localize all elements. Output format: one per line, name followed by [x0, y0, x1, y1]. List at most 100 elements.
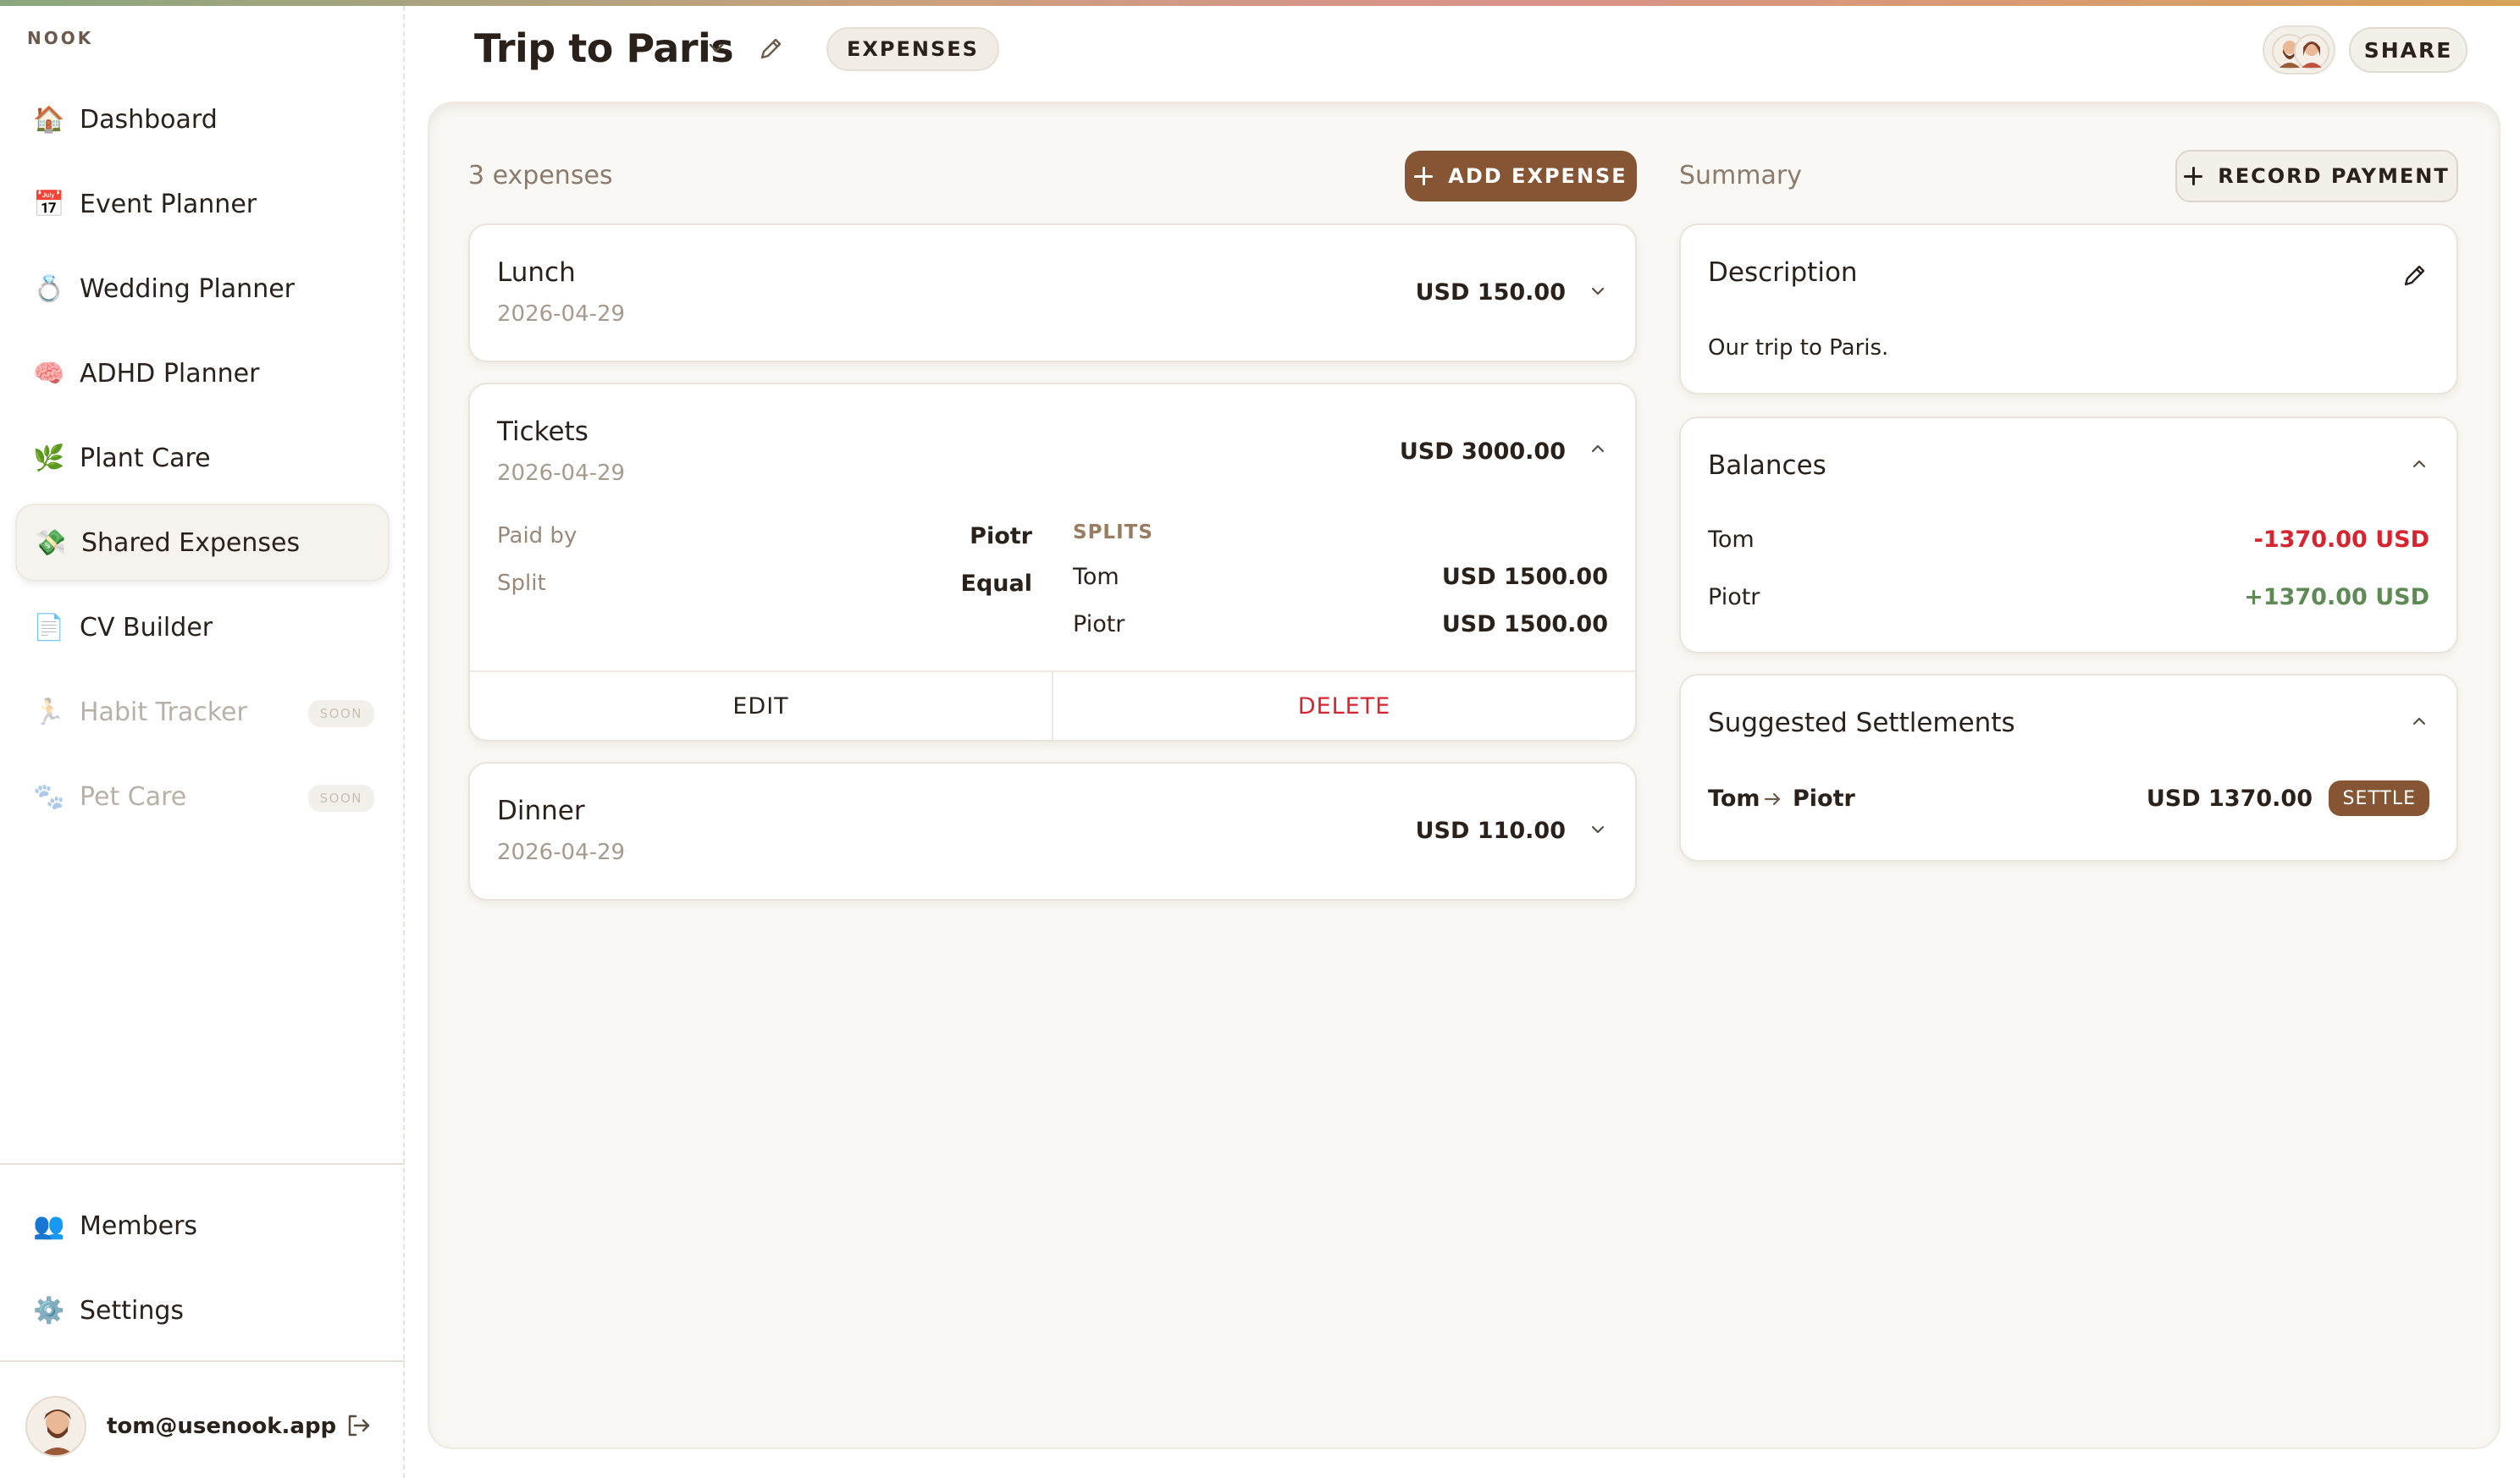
sidebar-item-label: Members: [80, 1211, 198, 1241]
members-icon: 👥: [33, 1211, 65, 1241]
pencil-icon[interactable]: [2399, 261, 2429, 291]
chevron-down-icon[interactable]: [1588, 819, 1608, 840]
sidebar: NOOK 🏠 Dashboard 📅 Event Planner 💍 Weddi…: [0, 6, 405, 1478]
balance-amount-negative: -1370.00 USD: [2253, 527, 2429, 553]
top-accent-stripe: [0, 0, 2520, 6]
plus-icon: [1414, 167, 1434, 185]
description-card: Description Our trip to Paris.: [1679, 223, 2458, 394]
description-title: Description: [1708, 257, 1858, 288]
sidebar-item-event-planner[interactable]: 📅 Event Planner: [15, 165, 390, 243]
expense-card-tickets[interactable]: Tickets 2026-04-29 USD 3000.00 Paid by P…: [468, 383, 1637, 742]
delete-button[interactable]: DELETE: [1053, 672, 1635, 740]
balance-name: Piotr: [1708, 584, 1760, 610]
summary-heading: Summary: [1679, 161, 1802, 190]
settlement-to: Piotr: [1793, 786, 1855, 812]
sidebar-item-adhd-planner[interactable]: 🧠 ADHD Planner: [15, 334, 390, 412]
sidebar-item-label: Event Planner: [80, 189, 257, 219]
balances-title: Balances: [1708, 450, 1826, 481]
record-payment-button[interactable]: RECORD PAYMENT: [2175, 150, 2458, 202]
brand-logo: NOOK: [27, 28, 94, 48]
section-pill[interactable]: EXPENSES: [826, 27, 999, 71]
sidebar-item-pet-care: 🐾 Pet Care SOON: [15, 758, 390, 836]
record-payment-label: RECORD PAYMENT: [2218, 164, 2450, 188]
runner-icon: 🏃: [33, 697, 65, 727]
sidebar-item-label: Habit Tracker: [80, 697, 247, 727]
settlement-from: Tom: [1708, 786, 1760, 812]
money-wings-icon: 💸: [35, 527, 67, 558]
settlement-amount: USD 1370.00: [2146, 786, 2313, 812]
sidebar-item-label: Wedding Planner: [80, 273, 296, 304]
sidebar-divider: [0, 1163, 405, 1165]
sidebar-item-label: Shared Expenses: [81, 527, 301, 558]
expense-date: 2026-04-29: [497, 460, 626, 486]
paid-by-label: Paid by: [497, 523, 578, 549]
sidebar-item-label: Dashboard: [80, 104, 218, 135]
add-expense-label: ADD EXPENSE: [1448, 164, 1628, 188]
expense-name: Dinner: [497, 796, 585, 826]
chevron-up-icon[interactable]: [2409, 711, 2429, 731]
settle-button[interactable]: SETTLE: [2329, 780, 2429, 816]
balance-name: Tom: [1708, 527, 1755, 553]
house-icon: 🏠: [33, 104, 65, 135]
sidebar-item-label: Plant Care: [80, 443, 211, 473]
gear-icon: ⚙️: [33, 1295, 65, 1326]
document-icon: 📄: [33, 612, 65, 642]
sidebar-item-label: Pet Care: [80, 781, 187, 812]
pencil-icon[interactable]: [755, 34, 786, 64]
split-person-name: Tom: [1073, 564, 1119, 590]
chevron-down-icon[interactable]: [1588, 281, 1608, 301]
arrow-right-icon: [1764, 792, 1781, 806]
expense-name: Lunch: [497, 257, 576, 288]
sidebar-item-cv-builder[interactable]: 📄 CV Builder: [15, 588, 390, 666]
split-person-amount: USD 1500.00: [1441, 564, 1608, 590]
expense-amount: USD 110.00: [1415, 818, 1566, 844]
sidebar-item-label: CV Builder: [80, 612, 213, 642]
splits-heading: SPLITS: [1073, 521, 1153, 543]
expense-actions: EDIT DELETE: [470, 670, 1635, 740]
sidebar-bottom-nav: 👥 Members ⚙️ Settings: [15, 1187, 390, 1356]
sidebar-item-settings[interactable]: ⚙️ Settings: [15, 1271, 390, 1349]
sidebar-divider: [0, 1360, 405, 1362]
split-label: Split: [497, 571, 546, 596]
expense-date: 2026-04-29: [497, 301, 626, 327]
chevron-up-icon[interactable]: [1588, 438, 1608, 459]
sidebar-item-plant-care[interactable]: 🌿 Plant Care: [15, 419, 390, 497]
sidebar-item-dashboard[interactable]: 🏠 Dashboard: [15, 80, 390, 158]
plus-icon: [2184, 167, 2203, 185]
expense-card-lunch[interactable]: Lunch 2026-04-29 USD 150.00: [468, 223, 1637, 362]
share-button[interactable]: SHARE: [2349, 27, 2468, 73]
edit-button[interactable]: EDIT: [470, 672, 1053, 740]
sidebar-item-shared-expenses[interactable]: 💸 Shared Expenses: [15, 504, 390, 582]
page-title[interactable]: Trip to Paris: [474, 25, 734, 71]
soon-badge: SOON: [307, 700, 374, 727]
settlements-title: Suggested Settlements: [1708, 708, 2015, 738]
split-value: Equal: [960, 571, 1032, 597]
expense-amount: USD 150.00: [1415, 279, 1566, 306]
sidebar-item-wedding-planner[interactable]: 💍 Wedding Planner: [15, 250, 390, 328]
soon-badge: SOON: [307, 785, 374, 812]
balances-card: Balances Tom -1370.00 USD Piotr +1370.00…: [1679, 416, 2458, 654]
chevron-down-icon[interactable]: [706, 37, 727, 58]
chevron-up-icon[interactable]: [2409, 454, 2429, 474]
description-text: Our trip to Paris.: [1708, 335, 1889, 361]
settlements-card: Suggested Settlements Tom Piotr USD 1370…: [1679, 674, 2458, 862]
add-expense-button[interactable]: ADD EXPENSE: [1405, 151, 1637, 201]
sidebar-nav: 🏠 Dashboard 📅 Event Planner 💍 Wedding Pl…: [15, 80, 390, 842]
calendar-icon: 📅: [33, 189, 65, 219]
member-avatars[interactable]: [2263, 25, 2335, 74]
expense-card-dinner[interactable]: Dinner 2026-04-29 USD 110.00: [468, 762, 1637, 901]
sidebar-item-members[interactable]: 👥 Members: [15, 1187, 390, 1265]
user-profile: tom@usenook.app: [25, 1394, 381, 1459]
logout-icon[interactable]: [344, 1411, 373, 1440]
avatar[interactable]: [25, 1396, 86, 1457]
sidebar-item-habit-tracker: 🏃 Habit Tracker SOON: [15, 673, 390, 751]
user-email: tom@usenook.app: [107, 1414, 337, 1439]
expense-amount: USD 3000.00: [1399, 438, 1566, 465]
ring-icon: 💍: [33, 273, 65, 304]
paw-icon: 🐾: [33, 781, 65, 812]
expense-name: Tickets: [497, 416, 589, 447]
brain-icon: 🧠: [33, 358, 65, 389]
expense-date: 2026-04-29: [497, 840, 626, 865]
expenses-count: 3 expenses: [468, 161, 613, 190]
balance-amount-positive: +1370.00 USD: [2244, 584, 2429, 610]
